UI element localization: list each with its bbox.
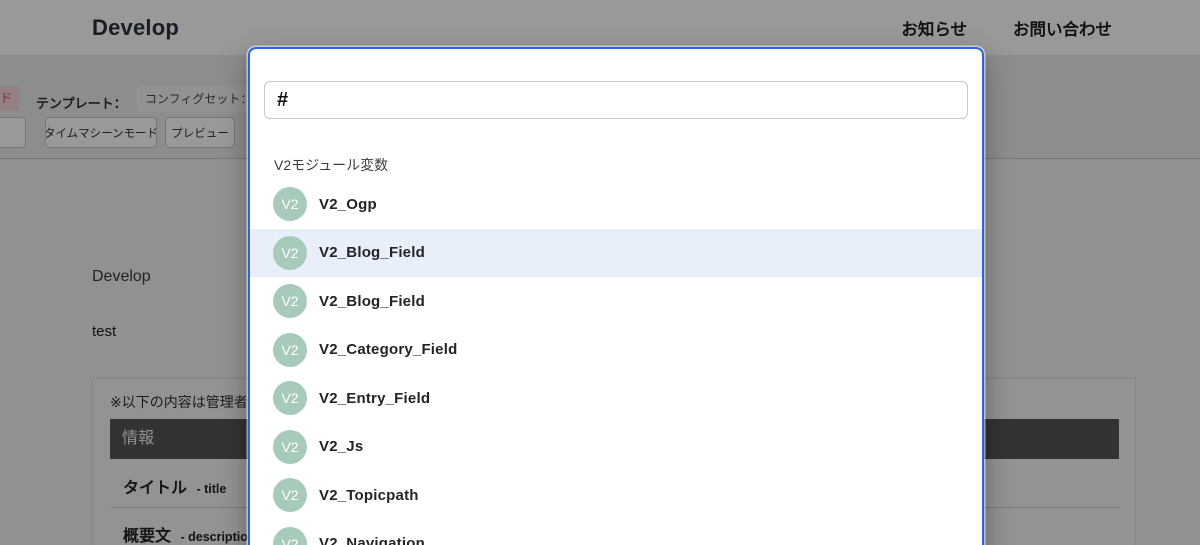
v2-badge-icon: V2	[273, 430, 307, 464]
item-label: V2_Entry_Field	[319, 390, 430, 407]
module-list: V2 V2_Ogp V2 V2_Blog_Field V2 V2_Blog_Fi…	[250, 180, 982, 545]
v2-badge-icon: V2	[273, 284, 307, 318]
list-item[interactable]: V2 V2_Blog_Field	[250, 277, 982, 326]
search-input[interactable]	[264, 81, 968, 119]
v2-badge-icon: V2	[273, 236, 307, 270]
v2-badge-icon: V2	[273, 478, 307, 512]
v2-badge-icon: V2	[273, 333, 307, 367]
item-label: V2_Navigation	[319, 535, 425, 545]
list-item[interactable]: V2 V2_Topicpath	[250, 471, 982, 520]
v2-badge-icon: V2	[273, 527, 307, 545]
module-section-label: V2モジュール変数	[274, 155, 388, 175]
item-label: V2_Topicpath	[319, 487, 419, 504]
list-item[interactable]: V2 V2_Entry_Field	[250, 374, 982, 423]
list-item[interactable]: V2 V2_Js	[250, 423, 982, 472]
list-item[interactable]: V2 V2_Ogp	[250, 180, 982, 229]
v2-badge-icon: V2	[273, 381, 307, 415]
item-label: V2_Category_Field	[319, 341, 457, 358]
list-item[interactable]: V2 V2_Category_Field	[250, 326, 982, 375]
page: Develop お知らせ お問い合わせ ード テンプレート： コンフィグセット：…	[0, 0, 1200, 545]
list-item[interactable]: V2 V2_Navigation	[250, 520, 982, 545]
item-label: V2_Blog_Field	[319, 293, 425, 310]
variable-picker-modal: V2モジュール変数 V2 V2_Ogp V2 V2_Blog_Field V2 …	[248, 47, 984, 545]
item-label: V2_Blog_Field	[319, 244, 425, 261]
item-label: V2_Js	[319, 438, 363, 455]
v2-badge-icon: V2	[273, 187, 307, 221]
list-item[interactable]: V2 V2_Blog_Field	[250, 229, 982, 278]
item-label: V2_Ogp	[319, 196, 377, 213]
